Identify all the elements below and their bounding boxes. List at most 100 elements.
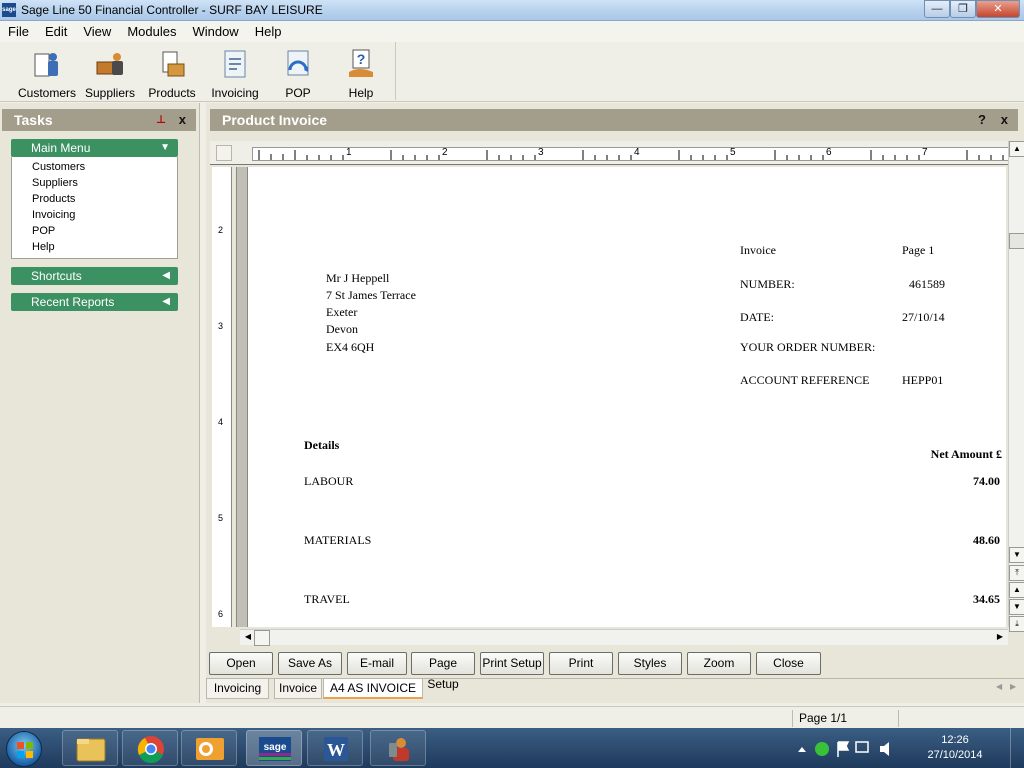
menu-edit[interactable]: Edit [37,24,75,39]
last-page-icon[interactable]: ⤓ [1009,616,1024,632]
window-title: Sage Line 50 Financial Controller - SURF… [21,3,323,17]
tab-invoice[interactable]: Invoice [274,679,322,699]
tab-scroll-right-icon[interactable]: ▶ [1010,682,1016,691]
window-tabs: Invoicing Invoice A4 AS INVOICE ◀ ▶ [206,678,1024,700]
ruler-number: 7 [922,147,928,158]
next-page-icon[interactable]: ▼ [1009,599,1024,615]
main-menu-products[interactable]: Products [12,191,177,207]
toolbar-help-button[interactable]: ? Help [330,46,392,100]
tab-a4-as-invoice[interactable]: A4 AS INVOICE [323,679,423,699]
main-menu-suppliers[interactable]: Suppliers [12,175,177,191]
main-menu-invoicing[interactable]: Invoicing [12,207,177,223]
taskbar-sage[interactable]: sage [246,730,302,766]
expand-arrow-icon: ◀ [162,270,170,281]
invoice-page-number: Page 1 [902,243,935,257]
product-invoice-header: Product Invoice ? x [210,109,1018,131]
close-report-button[interactable]: Close [756,652,821,675]
print-button[interactable]: Print [549,652,613,675]
line-amount: 34.65 [973,592,1000,606]
show-desktop-button[interactable] [1010,728,1024,768]
taskbar-chrome[interactable] [122,730,178,766]
toolbar-separator [395,42,396,100]
toolbar-customers-button[interactable]: Customers [16,46,78,100]
save-as-button[interactable]: Save As [278,652,342,675]
invoicing-icon [224,50,246,78]
sage-app-icon: sage [2,3,16,17]
toolbar-products-button[interactable]: Products [141,46,203,100]
shortcuts-header[interactable]: Shortcuts ◀ [11,267,178,285]
horizontal-scrollbar[interactable]: ◀ ▶ [240,629,1008,646]
tasks-header: Tasks ⊥ x [2,109,196,131]
toolbar-suppliers-button[interactable]: Suppliers [79,46,141,100]
zoom-button[interactable]: Zoom [687,652,751,675]
network-icon [855,741,869,753]
ruler-number: 6 [826,147,832,158]
pop-icon [287,50,309,76]
tasks-panel: Tasks ⊥ x Main Menu ▼ Customers Supplier… [0,103,200,703]
ruler-number: 5 [730,147,736,158]
tab-invoicing[interactable]: Invoicing [206,679,269,699]
invoice-page: Invoice Page 1 Mr J Heppell 7 St James T… [248,167,1006,627]
menu-modules[interactable]: Modules [119,24,184,39]
print-setup-button[interactable]: Print Setup [480,652,544,675]
line-amount: 48.60 [973,533,1000,547]
scroll-up-icon[interactable]: ▲ [1009,141,1024,157]
status-page-count: Page 1/1 [792,710,892,727]
taskbar-word[interactable]: W [307,730,363,766]
main-menu-pop[interactable]: POP [12,223,177,239]
toolbar-invoicing-button[interactable]: Invoicing [204,46,266,100]
help-button[interactable]: ? [978,109,986,131]
styles-button[interactable]: Styles [618,652,682,675]
taskbar-file-explorer[interactable] [62,730,118,766]
scroll-right-icon[interactable]: ▶ [992,630,1008,646]
svg-text:?: ? [357,51,366,67]
address-line: EX4 6QH [326,340,375,354]
product-invoice-window: Product Invoice ? x 1 2 3 4 5 6 7 2 3 4 … [206,103,1024,703]
toolbar-help-label: Help [348,86,374,100]
products-icon [162,51,185,77]
maximize-button[interactable]: ❐ [950,0,976,18]
tray-icons [798,741,889,757]
menu-help[interactable]: Help [247,24,290,39]
system-clock[interactable]: 12:26 27/10/2014 [920,733,990,763]
scroll-down-icon[interactable]: ▼ [1009,547,1024,563]
menu-window[interactable]: Window [184,24,246,39]
page-setup-button[interactable]: Page Setup [411,652,475,691]
scroll-thumb[interactable] [1009,233,1024,249]
tasks-close-button[interactable]: x [179,109,186,131]
recent-reports-header[interactable]: Recent Reports ◀ [11,293,178,311]
address-line: 7 St James Terrace [326,288,416,302]
minimize-button[interactable]: — [924,0,950,18]
taskbar-outlook[interactable] [181,730,237,766]
toolbar-products-label: Products [148,86,196,100]
toolbar-pop-button[interactable]: POP [267,46,329,100]
window-title-bar: sage Sage Line 50 Financial Controller -… [0,0,1024,21]
toolbar-invoicing-label: Invoicing [211,86,259,100]
invoice-date-label: DATE: [740,310,774,324]
menu-file[interactable]: File [0,24,37,39]
horizontal-scroll-thumb[interactable] [254,630,270,646]
recent-reports-group: Recent Reports ◀ [11,293,178,311]
main-menu-help[interactable]: Help [12,239,177,255]
start-button[interactable] [6,731,42,767]
main-menu-header[interactable]: Main Menu ▼ [11,139,178,157]
tasks-title: Tasks [14,112,53,128]
product-invoice-close-button[interactable]: x [1001,109,1008,131]
expand-arrow-icon: ◀ [162,296,170,307]
ruler-number: 4 [218,417,224,427]
tab-scroll-left-icon[interactable]: ◀ [996,682,1002,691]
menu-view[interactable]: View [75,24,119,39]
email-button[interactable]: E-mail [347,652,407,675]
main-menu-customers[interactable]: Customers [12,159,177,175]
ruler-number: 4 [634,147,640,158]
vertical-scrollbar[interactable]: ▲ ▼ ⤒ ▲ ▼ ⤓ [1008,141,1024,632]
account-reference-label: ACCOUNT REFERENCE [740,373,870,387]
pin-icon[interactable]: ⊥ [156,109,166,131]
open-button[interactable]: Open [209,652,273,675]
status-empty-cell [898,710,1024,727]
close-window-button[interactable]: ✕ [976,0,1020,18]
first-page-icon[interactable]: ⤒ [1009,565,1024,581]
taskbar-contacts[interactable] [370,730,426,766]
previous-page-icon[interactable]: ▲ [1009,582,1024,598]
ruler-number: 3 [218,321,224,331]
